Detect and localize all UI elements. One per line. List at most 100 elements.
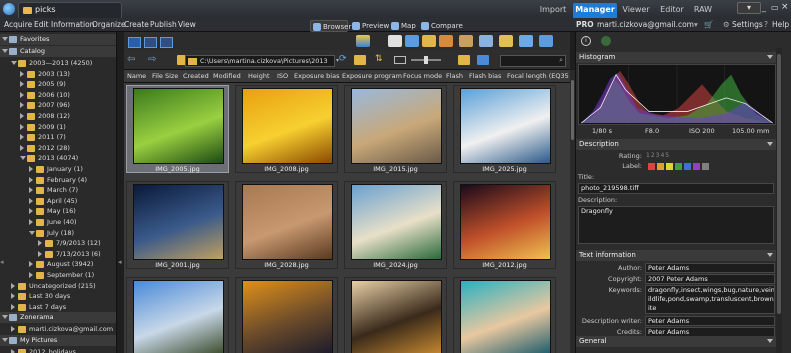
color-label-swatch[interactable] (657, 163, 664, 170)
text-information-section-header[interactable]: Text information (576, 250, 776, 261)
chevron-right-icon[interactable] (29, 219, 33, 225)
tree-item[interactable]: July (18) (0, 228, 116, 239)
cart-icon[interactable]: 🛒 (704, 19, 713, 31)
thumbnail[interactable]: IMG_2005.jpg (126, 85, 229, 173)
description-section-header[interactable]: Description (576, 139, 776, 150)
column-height[interactable]: Height (248, 71, 270, 82)
tree-item[interactable]: 7/9/2013 (12) (0, 238, 116, 249)
thumbnail[interactable] (344, 277, 447, 353)
tree-item[interactable]: April (45) (0, 196, 116, 207)
thumbnail[interactable] (453, 277, 556, 353)
histogram-section-header[interactable]: Histogram (576, 52, 776, 63)
sort-icon[interactable]: ⇅ (375, 54, 383, 64)
folder-browse-icon[interactable] (458, 55, 470, 65)
thumbnail[interactable]: IMG_2012.jpg (453, 181, 556, 269)
column-exposure-program[interactable]: Exposure program (342, 71, 402, 82)
dropdown-arrow-icon[interactable]: ▾ (694, 19, 698, 31)
color-label-swatch[interactable] (684, 163, 691, 170)
restore-button[interactable]: ▭ (771, 3, 779, 12)
thumbnail-image[interactable] (242, 184, 333, 260)
minimize-button[interactable]: _ (762, 3, 766, 12)
tree-item[interactable]: 2008 (12) (0, 111, 116, 122)
mode-tab-raw[interactable]: RAW (692, 3, 714, 18)
chevron-right-icon[interactable] (29, 187, 33, 194)
column-focal-length[interactable]: Focal length (EQ35 (507, 71, 569, 82)
properties-scrollbar[interactable] (776, 48, 782, 353)
chevron-right-icon[interactable] (20, 70, 24, 77)
menu-information[interactable]: Information (51, 19, 94, 31)
map-tab-icon[interactable] (601, 36, 611, 46)
select-icon[interactable] (356, 35, 370, 47)
column-focus-mode[interactable]: Focus mode (403, 71, 442, 82)
grid-view-icon[interactable] (128, 37, 141, 48)
chevron-right-icon[interactable] (20, 123, 24, 130)
author-field[interactable]: Peter Adams (645, 263, 775, 273)
menu-publish[interactable]: Publish (150, 19, 177, 31)
tree-item[interactable]: 2003—2013 (4250) (0, 58, 116, 69)
tree-item[interactable]: 2003 (13) (0, 69, 116, 80)
title-field[interactable]: photo_219598.tiff (578, 183, 774, 194)
document-tab[interactable]: picks (18, 2, 122, 18)
account-email[interactable]: marti.cizkova@gmail.com (597, 19, 694, 31)
forward-arrow-icon[interactable]: ⇨ (148, 54, 156, 65)
column-iso[interactable]: ISO (277, 71, 288, 82)
chevron-right-icon[interactable] (11, 293, 15, 300)
batch-icon[interactable] (439, 35, 453, 47)
path-dropdown-icon[interactable]: ▾ (336, 57, 339, 64)
thumbnail-image[interactable] (460, 280, 551, 353)
tab-preview[interactable]: Preview (350, 20, 389, 32)
details-view-icon[interactable] (144, 37, 157, 48)
thumbnail[interactable]: IMG_2028.jpg (235, 181, 338, 269)
tree-item[interactable]: 2007 (96) (0, 100, 116, 111)
tree-item[interactable]: 2011 (7) (0, 132, 116, 143)
tree-item[interactable]: Uncategorized (215) (0, 281, 116, 292)
tree-item[interactable]: 2013 (4074) (0, 153, 116, 164)
tree-item[interactable]: Catalog (0, 46, 116, 57)
left-edge-arrow-icon[interactable]: ◂ (0, 258, 4, 266)
thumbnail[interactable]: IMG_2024.jpg (344, 181, 447, 269)
print-icon[interactable] (388, 35, 402, 47)
color-label-swatch[interactable] (675, 163, 682, 170)
chevron-down-icon[interactable] (11, 61, 17, 65)
column-exposure-bias[interactable]: Exposure bias (294, 71, 339, 82)
tree-item[interactable]: May (16) (0, 206, 116, 217)
chevron-right-icon[interactable] (11, 303, 15, 310)
help-icon[interactable]: ? (764, 19, 768, 31)
thumbnail[interactable]: IMG_2008.jpg (235, 85, 338, 173)
properties-scrollbar-thumb[interactable] (777, 54, 781, 314)
thumbnail[interactable] (126, 277, 229, 353)
info-icon[interactable]: i (581, 36, 591, 46)
color-label-swatch[interactable] (666, 163, 673, 170)
menu-create[interactable]: Create (124, 19, 149, 31)
mode-tab-manager[interactable]: Manager (573, 3, 617, 18)
menu-acquire[interactable]: Acquire (4, 19, 32, 31)
view-options-icon[interactable] (477, 55, 489, 65)
thumbnail-image[interactable] (351, 280, 442, 353)
chevron-right-icon[interactable] (38, 250, 42, 257)
tab-browser[interactable]: Browser (310, 20, 351, 32)
chevron-down-icon[interactable] (2, 37, 8, 41)
search-input[interactable]: ⌕ (500, 55, 566, 67)
tree-item[interactable]: marti.cizkova@gmail.com (0, 324, 116, 335)
color-label-swatch[interactable] (702, 163, 709, 170)
thumbnail-image[interactable] (351, 88, 442, 164)
tree-item[interactable]: 2012_holidays (0, 347, 116, 353)
color-label-swatch[interactable] (648, 163, 655, 170)
tree-item[interactable]: 2006 (10) (0, 90, 116, 101)
column-name[interactable]: Name (127, 71, 146, 82)
chevron-right-icon[interactable] (11, 349, 15, 353)
tree-item[interactable]: 2012 (28) (0, 143, 116, 154)
email-icon[interactable] (405, 35, 419, 47)
help-link[interactable]: Help (772, 19, 789, 31)
chevron-right-icon[interactable] (20, 81, 24, 88)
chevron-right-icon[interactable] (29, 208, 33, 215)
column-modified[interactable]: Modified (213, 71, 241, 82)
thumbnail-image[interactable] (242, 88, 333, 164)
share-icon[interactable] (539, 35, 553, 47)
edit-icon[interactable] (479, 35, 493, 47)
tree-item[interactable]: January (1) (0, 164, 116, 175)
filter-icon[interactable] (394, 56, 406, 64)
column-flash[interactable]: Flash (446, 71, 463, 82)
chevron-right-icon[interactable] (20, 102, 24, 109)
chevron-right-icon[interactable] (20, 91, 24, 98)
